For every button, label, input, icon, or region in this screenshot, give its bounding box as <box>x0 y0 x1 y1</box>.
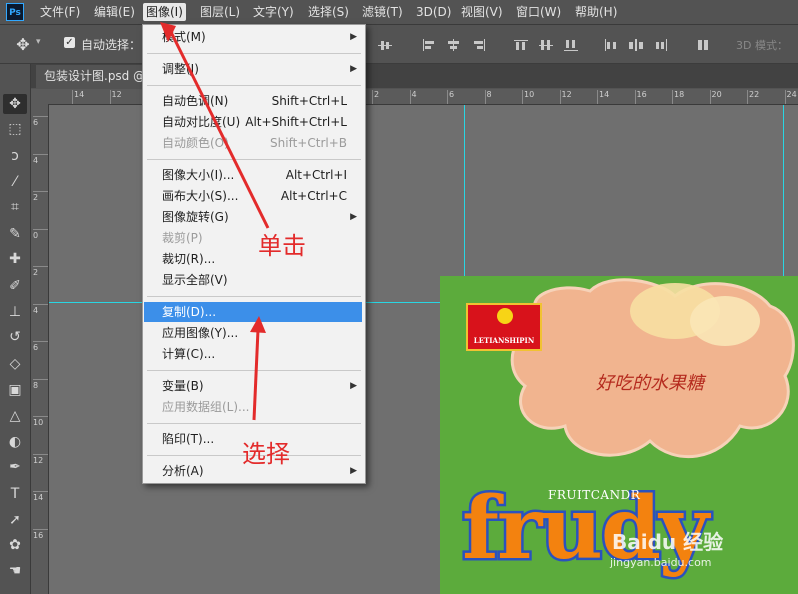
annotation-select: 选择 <box>242 440 290 468</box>
arrow-head <box>250 316 266 333</box>
arrow-line <box>168 29 270 229</box>
annotation-arrows <box>160 22 270 421</box>
annotation-click: 单击 <box>258 232 306 260</box>
arrow-line <box>252 329 260 421</box>
